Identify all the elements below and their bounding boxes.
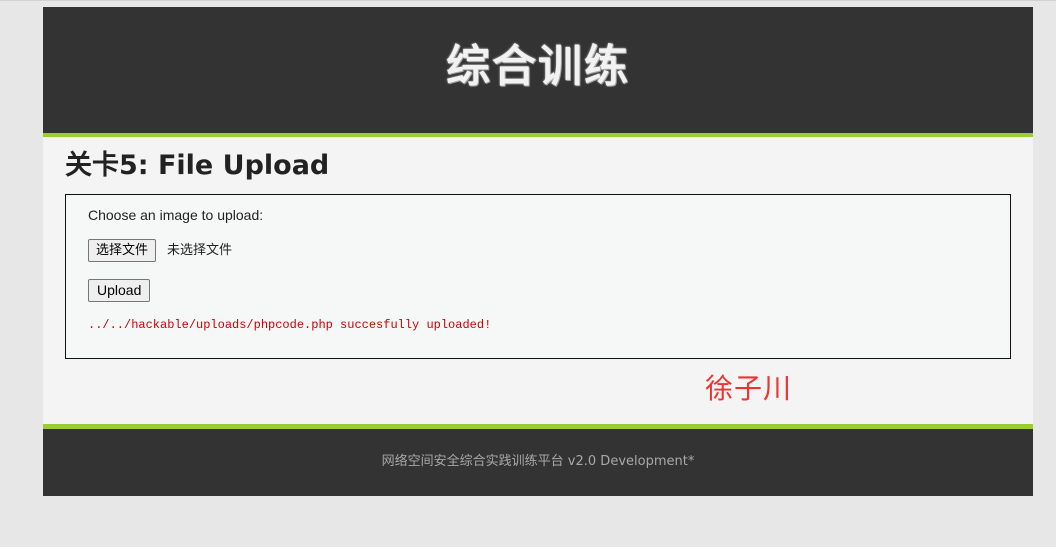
upload-button[interactable]: Upload (88, 279, 151, 302)
page-title: 关卡5: File Upload (65, 150, 330, 181)
site-header: 综合训练 (43, 7, 1033, 133)
choose-file-button[interactable]: 选择文件 (88, 239, 157, 262)
page-container: 综合训练 关卡5: File Upload Choose an image to… (43, 7, 1033, 496)
site-footer: 网络空间安全综合实践训练平台 v2.0 Development* (43, 429, 1033, 496)
upload-form-box: Choose an image to upload: 选择文件 未选择文件 Up… (65, 194, 1011, 359)
browser-top-edge (0, 0, 1056, 7)
upload-result-message: ../../hackable/uploads/phpcode.php succe… (88, 318, 492, 332)
footer-text: 网络空间安全综合实践训练平台 v2.0 Development* (381, 454, 695, 469)
file-status-text: 未选择文件 (167, 243, 233, 258)
upload-prompt-label: Choose an image to upload: (88, 207, 264, 223)
header-accent-bar (43, 133, 1033, 137)
site-title: 综合训练 (446, 41, 630, 92)
author-signature: 徐子川 (705, 372, 793, 405)
